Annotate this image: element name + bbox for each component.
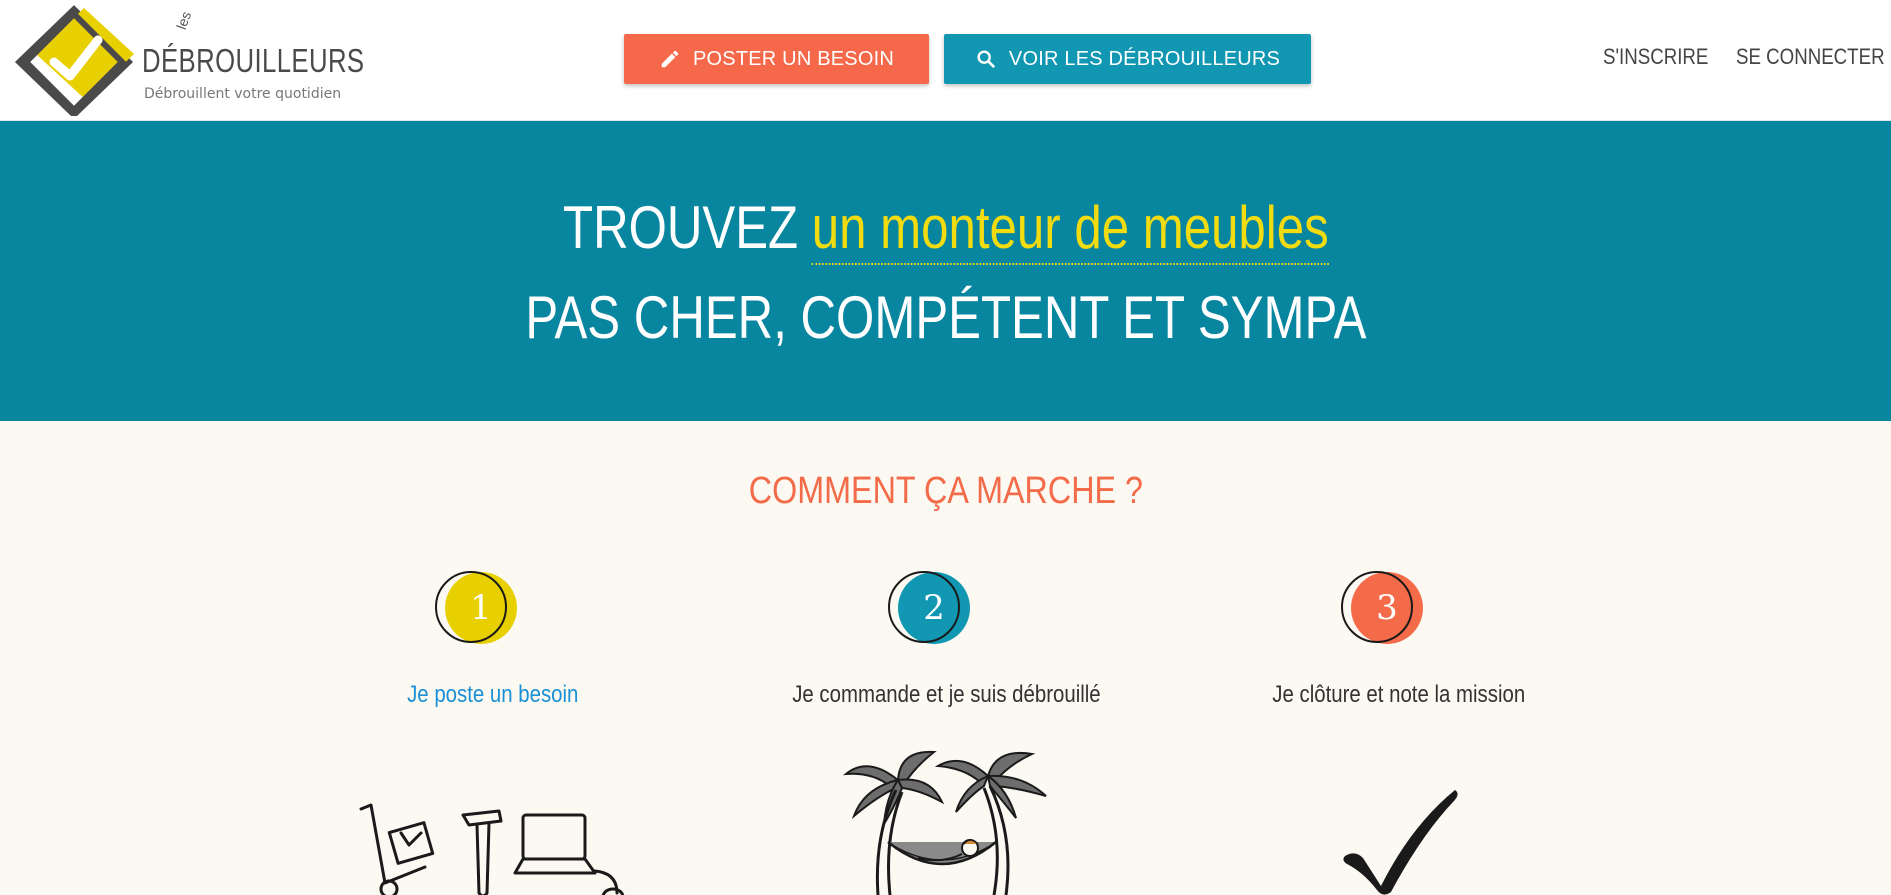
step-number: 2 <box>923 588 945 628</box>
step-label[interactable]: Je poste un besoin <box>293 681 693 709</box>
site-logo[interactable]: les DÉBROUILLEURS Débrouillent votre quo… <box>14 4 364 116</box>
signup-link[interactable]: S'INSCRIRE <box>1603 44 1708 70</box>
step-number: 1 <box>470 588 492 628</box>
tools-illustration-icon <box>359 803 625 895</box>
see-debrouilleurs-button[interactable]: VOIR LES DÉBROUILLEURS <box>944 34 1311 84</box>
logo-tagline: Débrouillent votre quotidien <box>144 86 342 102</box>
step-number: 3 <box>1376 588 1398 628</box>
hero-prefix: TROUVEZ <box>562 194 798 261</box>
checkmark-icon <box>1343 790 1458 895</box>
hero-banner: TROUVEZ un monteur de meubles PAS CHER, … <box>0 121 1891 421</box>
post-need-button[interactable]: POSTER UN BESOIN <box>624 34 929 84</box>
step-label-text: Je commande et je suis débrouillé <box>791 681 1101 708</box>
see-debrouilleurs-label: VOIR LES DÉBROUILLEURS <box>1008 47 1281 70</box>
step-number-badge: 2 <box>888 568 978 648</box>
site-header: les DÉBROUILLEURS Débrouillent votre quo… <box>0 0 1891 121</box>
step-label-text: Je clôture et note la mission <box>1272 681 1526 708</box>
post-need-label: POSTER UN BESOIN <box>692 47 894 70</box>
step-label-text: Je poste un besoin <box>407 681 579 708</box>
step-number-badge: 3 <box>1341 568 1431 648</box>
hero-headline: TROUVEZ un monteur de meubles <box>0 193 1891 265</box>
hero-subheadline: PAS CHER, COMPÉTENT ET SYMPA <box>0 283 1891 352</box>
step-label: Je commande et je suis débrouillé <box>746 681 1146 709</box>
step-label: Je clôture et note la mission <box>1199 681 1599 709</box>
pencil-icon <box>661 50 679 68</box>
how-it-works-title-text: COMMENT ÇA MARCHE ? <box>748 470 1143 512</box>
hero-service-selector[interactable]: un monteur de meubles <box>811 194 1329 265</box>
how-it-works-title: COMMENT ÇA MARCHE ? <box>0 470 1891 513</box>
search-icon <box>977 50 995 68</box>
step-number-badge: 1 <box>435 568 525 648</box>
hammock-palm-trees-icon <box>842 750 1047 895</box>
hero-line2-text: PAS CHER, COMPÉTENT ET SYMPA <box>524 284 1367 351</box>
logo-les: les <box>173 9 195 32</box>
logo-diamond-icon <box>14 5 134 116</box>
logo-name: DÉBROUILLEURS <box>142 42 365 79</box>
login-link[interactable]: SE CONNECTER <box>1736 44 1885 70</box>
